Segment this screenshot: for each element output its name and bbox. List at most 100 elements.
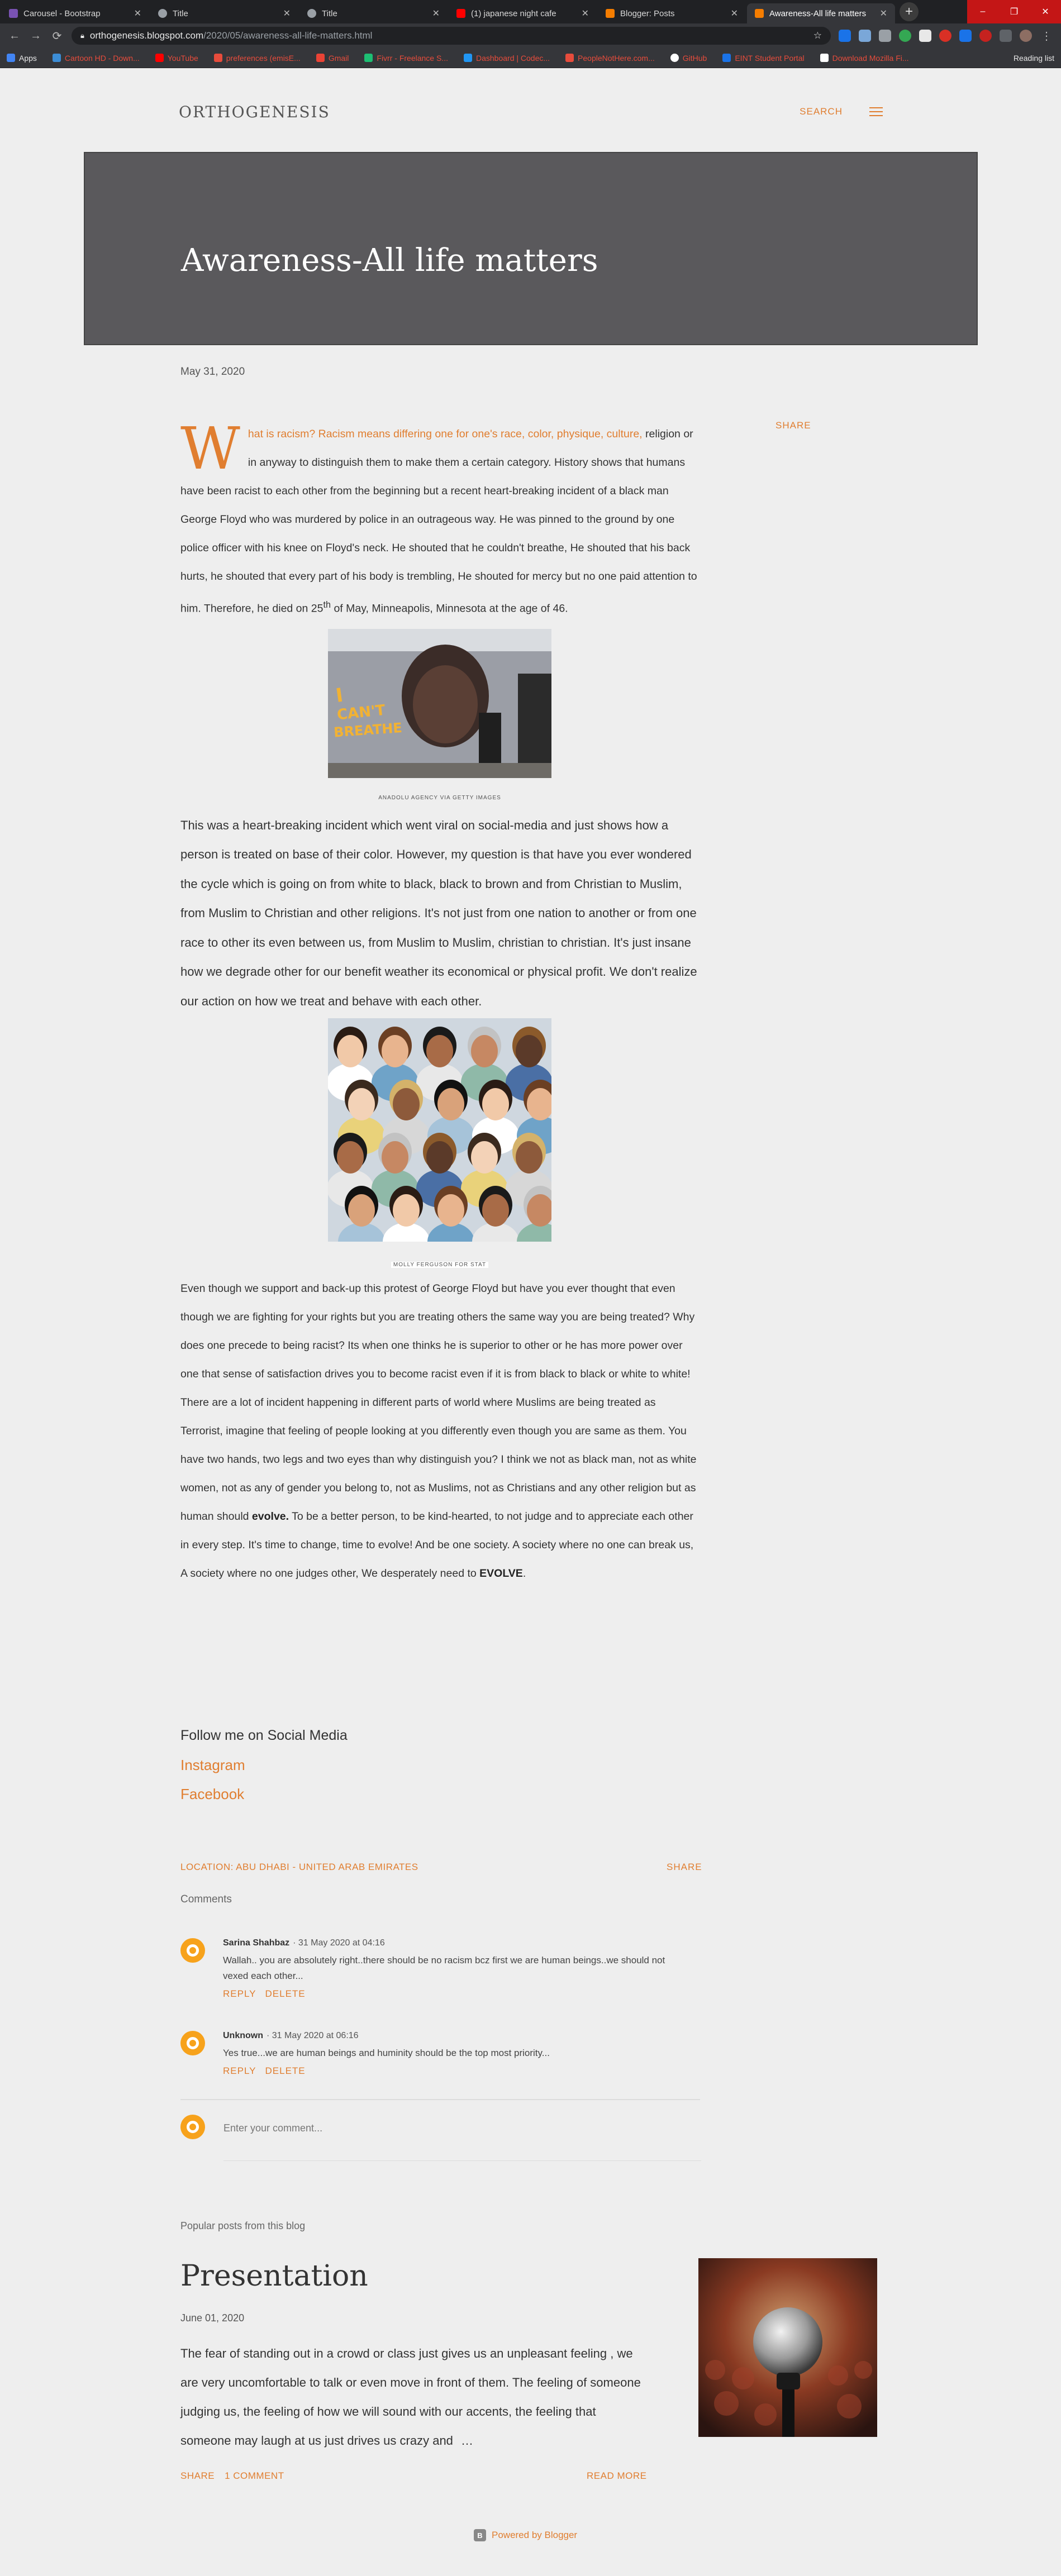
- new-tab-button[interactable]: +: [900, 2, 919, 21]
- comment-author[interactable]: Unknown: [223, 2031, 263, 2040]
- avatar[interactable]: [1020, 30, 1032, 42]
- bookmark[interactable]: GitHub: [670, 54, 707, 63]
- lock-icon: 🔒︎: [80, 31, 84, 40]
- blogger-icon: [755, 9, 764, 18]
- bookmark[interactable]: preferences (emisE...: [213, 54, 301, 63]
- share-button[interactable]: SHARE: [775, 420, 811, 431]
- bookmark[interactable]: Cartoon HD - Down...: [52, 54, 140, 63]
- browser-tab[interactable]: (1) japanese night cafe ✕: [449, 3, 597, 23]
- bookmark-icon: [722, 54, 731, 62]
- close-icon[interactable]: ✕: [432, 8, 440, 19]
- popular-post-title[interactable]: Presentation: [180, 2259, 368, 2293]
- forward-icon[interactable]: →: [29, 30, 42, 42]
- facebook-link[interactable]: Facebook: [180, 1786, 244, 1803]
- bookmark-icon: [565, 54, 574, 62]
- globe-icon: [307, 9, 316, 18]
- bookmark[interactable]: Gmail: [316, 54, 349, 63]
- extension-icon[interactable]: [939, 30, 951, 42]
- post-text: th: [323, 600, 331, 610]
- comment-input[interactable]: Enter your comment...: [223, 2122, 322, 2134]
- menu-icon[interactable]: ⋮: [1040, 29, 1053, 43]
- extension-icon[interactable]: [979, 30, 992, 42]
- popular-share-button[interactable]: SHARE: [180, 2470, 215, 2482]
- mural-image: I CAN'T BREATHE: [328, 628, 551, 778]
- bookmark[interactable]: Download Mozilla Fi...: [820, 54, 909, 63]
- browser-toolbar: ← → ⟳ 🔒︎ orthogenesis.blogspot.com/2020/…: [0, 23, 1061, 48]
- browser-tab-strip: Carousel - Bootstrap ✕ Title ✕ Title ✕ (…: [0, 0, 1061, 23]
- fiverr-icon: [364, 54, 373, 62]
- puzzle-icon[interactable]: [1000, 30, 1012, 42]
- post-title: Awareness-All life matters: [181, 242, 598, 279]
- bookmark[interactable]: PeopleNotHere.com...: [565, 54, 655, 63]
- close-icon[interactable]: ✕: [731, 8, 738, 19]
- reload-icon[interactable]: ⟳: [50, 29, 64, 43]
- reply-button[interactable]: REPLY: [223, 1988, 256, 2000]
- browser-tab[interactable]: Carousel - Bootstrap ✕: [1, 3, 149, 23]
- bookmark[interactable]: Fivrr - Freelance S...: [364, 54, 448, 63]
- browser-tab-active[interactable]: Awareness-All life matters ✕: [747, 3, 895, 23]
- blogger-icon: B: [474, 2529, 486, 2541]
- tab-label: Carousel - Bootstrap: [23, 8, 101, 18]
- close-icon[interactable]: ✕: [283, 8, 291, 19]
- extension-icon[interactable]: [879, 30, 891, 42]
- comment-time[interactable]: · 31 May 2020 at 04:16: [293, 1938, 385, 1948]
- star-icon[interactable]: ☆: [813, 30, 822, 41]
- bookmark[interactable]: YouTube: [155, 54, 198, 63]
- microphone-image[interactable]: [698, 2258, 877, 2437]
- post-paragraph: What is racism? Racism means differing o…: [180, 419, 699, 623]
- bookmark[interactable]: EINT Student Portal: [722, 54, 805, 63]
- bookmark-icon: [213, 54, 222, 62]
- close-icon[interactable]: ✕: [134, 8, 141, 19]
- search-button[interactable]: SEARCH: [800, 106, 843, 117]
- powered-by-blogger[interactable]: B Powered by Blogger: [474, 2529, 577, 2541]
- share-button[interactable]: SHARE: [667, 1862, 702, 1873]
- hamburger-menu-icon[interactable]: [869, 107, 883, 116]
- post-hero: Awareness-All life matters: [84, 152, 978, 345]
- extension-icon[interactable]: [859, 30, 871, 42]
- tab-label: Blogger: Posts: [620, 8, 675, 18]
- browser-tab[interactable]: Blogger: Posts ✕: [598, 3, 746, 23]
- minimize-button[interactable]: –: [967, 0, 998, 23]
- tab-label: Title: [322, 8, 337, 18]
- popular-post-date: June 01, 2020: [180, 2312, 245, 2324]
- delete-button[interactable]: DELETE: [265, 1988, 306, 2000]
- close-icon[interactable]: ✕: [880, 8, 887, 19]
- popular-post-snippet: The fear of standing out in a crowd or c…: [180, 2346, 641, 2448]
- popular-comments-link[interactable]: 1 COMMENT: [225, 2470, 284, 2482]
- instagram-link[interactable]: Instagram: [180, 1757, 245, 1774]
- apps-icon: [7, 54, 15, 62]
- post-location[interactable]: LOCATION: ABU DHABI - UNITED ARAB EMIRAT…: [180, 1862, 418, 1873]
- comment-time[interactable]: · 31 May 2020 at 06:16: [267, 2031, 359, 2040]
- blog-title[interactable]: ORTHOGENESIS: [179, 103, 330, 121]
- bookmark[interactable]: Dashboard | Codec...: [463, 54, 550, 63]
- extension-icon[interactable]: [959, 30, 972, 42]
- window-controls: – ❐ ✕: [967, 0, 1061, 23]
- image-caption: MOLLY FERGUSON FOR STAT: [391, 1262, 489, 1268]
- close-icon[interactable]: ✕: [582, 8, 589, 19]
- address-bar[interactable]: 🔒︎ orthogenesis.blogspot.com/2020/05/awa…: [72, 27, 831, 45]
- bookmarks-bar: Apps Cartoon HD - Down... YouTube prefer…: [0, 48, 1061, 68]
- blogger-avatar-icon: [180, 2115, 205, 2139]
- url-path: /2020/05/awareness-all-life-matters.html: [203, 30, 373, 41]
- extension-icon[interactable]: [919, 30, 931, 42]
- comment-author[interactable]: Sarina Shahbaz: [223, 1938, 289, 1948]
- close-window-button[interactable]: ✕: [1030, 0, 1061, 23]
- maximize-button[interactable]: ❐: [998, 0, 1030, 23]
- diverse-people-illustration: [328, 1018, 551, 1242]
- blogger-icon: [606, 9, 615, 18]
- browser-tab[interactable]: Title ✕: [150, 3, 298, 23]
- comment-text: Wallah.. you are absolutely right..there…: [223, 1955, 665, 1981]
- divider: [223, 2160, 701, 2161]
- delete-button[interactable]: DELETE: [265, 2065, 306, 2077]
- post-text: religion or in anyway to distinguish the…: [180, 428, 697, 615]
- browser-tab[interactable]: Title ✕: [299, 3, 448, 23]
- bookmark-apps[interactable]: Apps: [7, 54, 37, 63]
- bold-evolve: evolve.: [251, 1510, 289, 1523]
- comments-heading: Comments: [180, 1893, 232, 1905]
- back-icon[interactable]: ←: [8, 30, 21, 42]
- read-more-link[interactable]: READ MORE: [587, 2470, 646, 2482]
- extension-icon[interactable]: [839, 30, 851, 42]
- extension-icon[interactable]: [899, 30, 911, 42]
- reply-button[interactable]: REPLY: [223, 2065, 256, 2077]
- reading-list[interactable]: Reading list: [1014, 54, 1054, 63]
